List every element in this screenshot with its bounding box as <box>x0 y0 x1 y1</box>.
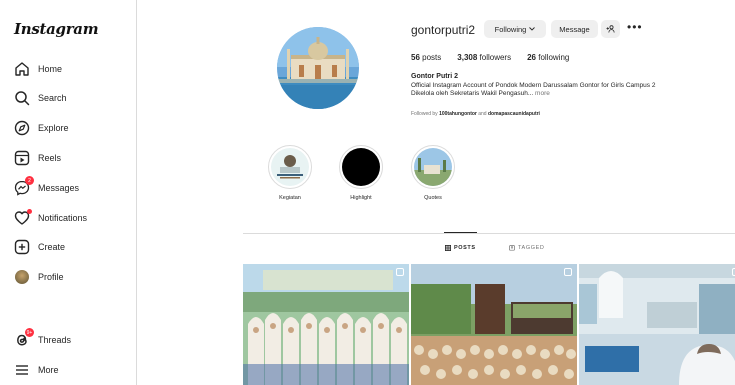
notification-dot <box>27 209 32 214</box>
profile-username: gontorputri2 <box>411 23 476 37</box>
profile-bio: Official Instagram Account of Pondok Mod… <box>411 82 711 98</box>
sidebar-item-notifications[interactable]: Notifications <box>14 207 87 229</box>
sidebar-item-search[interactable]: Search <box>14 87 67 109</box>
profile-tabs <box>243 233 735 234</box>
tab-tagged-label: TAGGED <box>518 245 545 251</box>
following-button-label: Following <box>494 24 527 34</box>
highlight-label: Kegiatan <box>279 195 301 201</box>
sidebar-item-home[interactable]: Home <box>14 58 62 80</box>
chevron-down-icon <box>529 27 536 31</box>
sidebar-item-label: Reels <box>38 153 62 163</box>
sidebar-item-more[interactable]: More <box>14 359 59 381</box>
highlight-quotes[interactable]: Quotes <box>403 145 463 201</box>
profile-picture[interactable] <box>277 27 359 109</box>
profile-full-name: Gontor Putri 2 <box>411 73 459 80</box>
sidebar-item-label: Profile <box>38 272 64 282</box>
more-options-icon[interactable]: ••• <box>627 21 642 34</box>
posts-count[interactable]: 56 posts <box>411 53 441 62</box>
highlight-highlight[interactable]: Highlight <box>331 145 391 201</box>
suggested-accounts-button[interactable] <box>601 20 620 38</box>
following-count[interactable]: 26 following <box>527 53 569 62</box>
sidebar-item-label: Create <box>38 242 66 252</box>
threads-icon: 9+ <box>14 328 34 348</box>
active-tab-indicator <box>444 232 477 233</box>
sidebar-item-label: More <box>38 365 59 375</box>
sidebar-item-label: Messages <box>38 183 80 193</box>
carousel-icon <box>396 268 404 276</box>
sidebar-item-create[interactable]: Create <box>14 236 65 258</box>
sidebar-item-threads[interactable]: 9+ Threads <box>14 328 72 351</box>
home-icon <box>14 61 30 77</box>
highlight-cover <box>342 148 380 186</box>
profile-avatar-icon <box>14 269 30 285</box>
sidebar-item-label: Notifications <box>38 213 88 223</box>
messenger-icon: 2 <box>14 176 34 196</box>
highlight-cover <box>414 148 452 186</box>
tab-posts-label: POSTS <box>454 245 476 251</box>
reels-icon <box>14 150 30 166</box>
highlight-kegiatan[interactable]: Kegiatan <box>260 145 320 201</box>
bio-line: Dikelola oleh Sekretaris Wakil Pengasuh.… <box>411 90 534 97</box>
add-user-icon <box>606 25 615 33</box>
sidebar-item-label: Search <box>38 93 67 103</box>
sidebar-item-reels[interactable]: Reels <box>14 147 61 169</box>
search-icon <box>14 90 30 106</box>
followed-by[interactable]: Followed by 100tahungontor and domapasca… <box>411 111 540 117</box>
sidebar-item-profile[interactable]: Profile <box>14 266 64 288</box>
tagged-icon <box>509 245 515 251</box>
compass-icon <box>14 120 30 136</box>
sidebar: Instagram Home Search Explore Reels 2 Me… <box>0 0 137 385</box>
message-button[interactable]: Message <box>551 20 598 38</box>
carousel-icon <box>564 268 572 276</box>
post-thumbnail[interactable] <box>411 264 577 385</box>
tab-tagged[interactable]: TAGGED <box>509 245 544 251</box>
post-thumbnail[interactable] <box>243 264 409 385</box>
heart-icon <box>14 209 32 226</box>
hamburger-menu-icon <box>14 362 30 378</box>
threads-badge: 9+ <box>25 328 34 337</box>
post-thumbnail[interactable] <box>579 264 735 385</box>
tab-posts[interactable]: POSTS <box>445 245 476 251</box>
bio-more-link[interactable]: more <box>535 90 550 97</box>
sidebar-item-label: Threads <box>38 335 72 345</box>
messages-badge: 2 <box>25 176 34 185</box>
following-button[interactable]: Following <box>484 20 546 38</box>
bio-line: Official Instagram Account of Pondok Mod… <box>411 82 656 89</box>
sidebar-item-label: Explore <box>38 123 69 133</box>
plus-square-icon <box>14 239 30 255</box>
sidebar-item-explore[interactable]: Explore <box>14 117 69 139</box>
profile-stats: 56 posts 3,308 followers 26 following <box>411 53 569 62</box>
highlight-label: Highlight <box>350 195 372 201</box>
instagram-profile-page: Instagram Home Search Explore Reels 2 Me… <box>0 0 735 385</box>
followers-count[interactable]: 3,308 followers <box>457 53 511 62</box>
highlight-label: Quotes <box>424 195 442 201</box>
sidebar-item-messages[interactable]: 2 Messages <box>14 176 80 199</box>
grid-icon <box>445 245 451 251</box>
instagram-logo[interactable]: Instagram <box>14 20 99 38</box>
sidebar-item-label: Home <box>38 64 63 74</box>
highlight-cover <box>271 148 309 186</box>
